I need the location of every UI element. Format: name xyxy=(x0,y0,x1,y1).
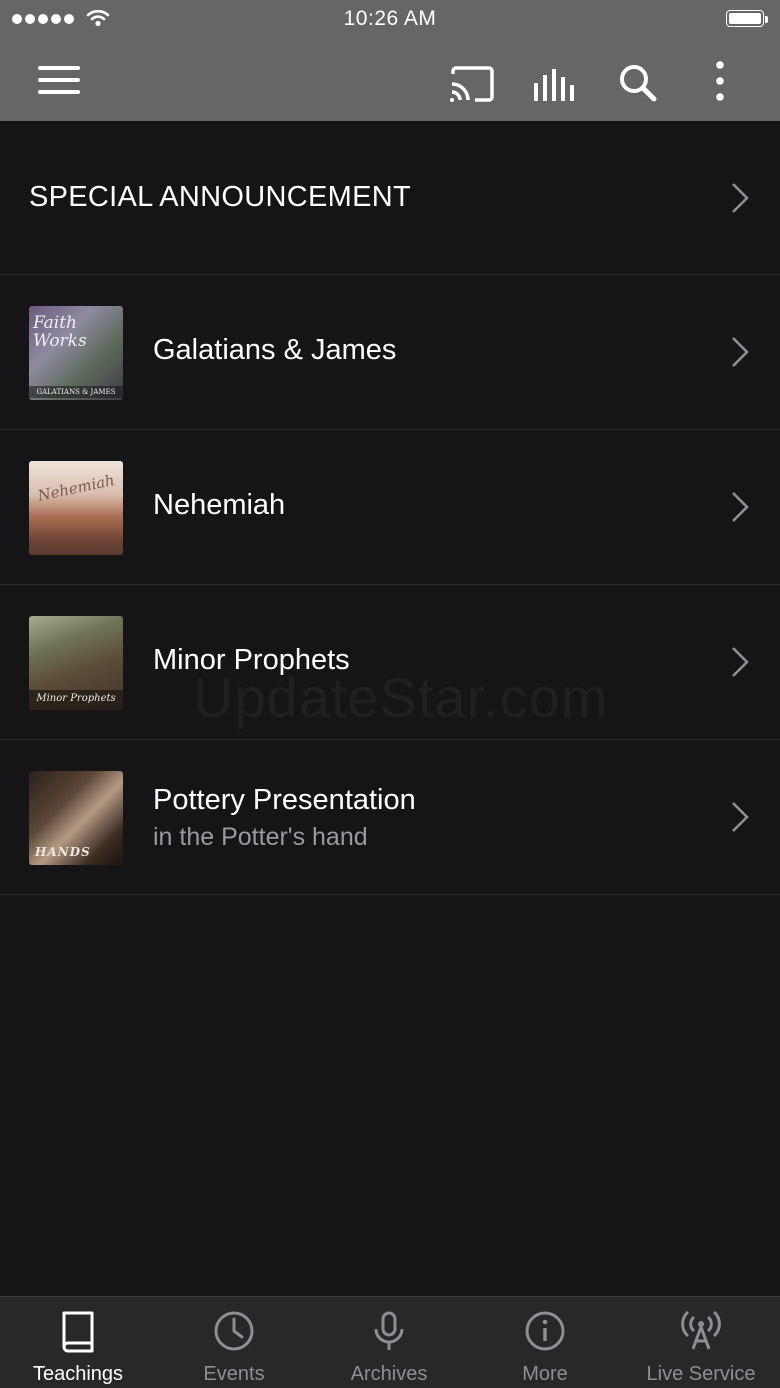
series-thumbnail: Minor Prophets xyxy=(29,616,123,710)
list-item[interactable]: Nehemiah Nehemiah xyxy=(0,430,780,585)
item-title: Galatians & James xyxy=(153,334,397,366)
chevron-right-icon xyxy=(732,183,749,213)
item-title: Minor Prophets xyxy=(153,644,350,676)
list-item[interactable]: HANDS Pottery Presentation in the Potter… xyxy=(0,740,780,895)
teachings-list: SPECIAL ANNOUNCEMENT Faith Works GALATIA… xyxy=(0,121,780,895)
tab-archives[interactable]: Archives xyxy=(311,1297,467,1388)
series-thumbnail: Nehemiah xyxy=(29,461,123,555)
audio-bars-icon[interactable] xyxy=(532,63,578,107)
item-title: Nehemiah xyxy=(153,489,286,521)
menu-icon[interactable] xyxy=(38,64,80,96)
series-thumbnail: HANDS xyxy=(29,771,123,865)
thumbnail-title: Nehemiah xyxy=(35,471,117,505)
status-bar: 10:26 AM xyxy=(0,0,780,40)
tab-label: Events xyxy=(203,1363,265,1385)
tab-label: More xyxy=(522,1363,568,1385)
item-title: Pottery Presentation xyxy=(153,784,416,816)
tab-teachings[interactable]: Teachings xyxy=(0,1297,156,1388)
tab-label: Teachings xyxy=(32,1363,124,1385)
thumbnail-caption: GALATIANS & JAMES xyxy=(29,386,123,398)
chevron-right-icon xyxy=(732,802,749,832)
app-header: 10:26 AM xyxy=(0,0,780,121)
announcement-row[interactable]: SPECIAL ANNOUNCEMENT xyxy=(0,121,780,275)
clock-icon xyxy=(214,1311,254,1351)
info-icon xyxy=(525,1311,565,1351)
tab-more[interactable]: More xyxy=(467,1297,623,1388)
announcement-title: SPECIAL ANNOUNCEMENT xyxy=(29,181,411,213)
battery-icon xyxy=(726,10,768,29)
book-icon xyxy=(62,1311,94,1353)
thumbnail-title: HANDS xyxy=(35,845,91,859)
chevron-right-icon xyxy=(732,492,749,522)
microphone-icon xyxy=(374,1311,404,1350)
cast-icon[interactable] xyxy=(449,62,495,106)
tab-label: Live Service xyxy=(646,1363,756,1385)
series-thumbnail: Faith Works GALATIANS & JAMES xyxy=(29,306,123,400)
broadcast-icon xyxy=(681,1310,721,1350)
item-subtitle: in the Potter's hand xyxy=(153,823,368,851)
chevron-right-icon xyxy=(732,647,749,677)
list-item[interactable]: Faith Works GALATIANS & JAMES Galatians … xyxy=(0,275,780,430)
list-item[interactable]: Minor Prophets Minor Prophets xyxy=(0,585,780,740)
tab-label: Archives xyxy=(350,1363,428,1385)
status-time: 10:26 AM xyxy=(343,7,437,30)
chevron-right-icon xyxy=(732,337,749,367)
search-icon[interactable] xyxy=(618,61,658,105)
tab-bar: Teachings Events Archives More Live Serv… xyxy=(0,1296,780,1388)
thumbnail-title: Minor Prophets xyxy=(29,690,123,710)
more-vertical-icon[interactable] xyxy=(712,59,728,103)
tab-live-service[interactable]: Live Service xyxy=(623,1297,779,1388)
tab-events[interactable]: Events xyxy=(156,1297,312,1388)
thumbnail-title: Faith Works xyxy=(33,313,87,351)
